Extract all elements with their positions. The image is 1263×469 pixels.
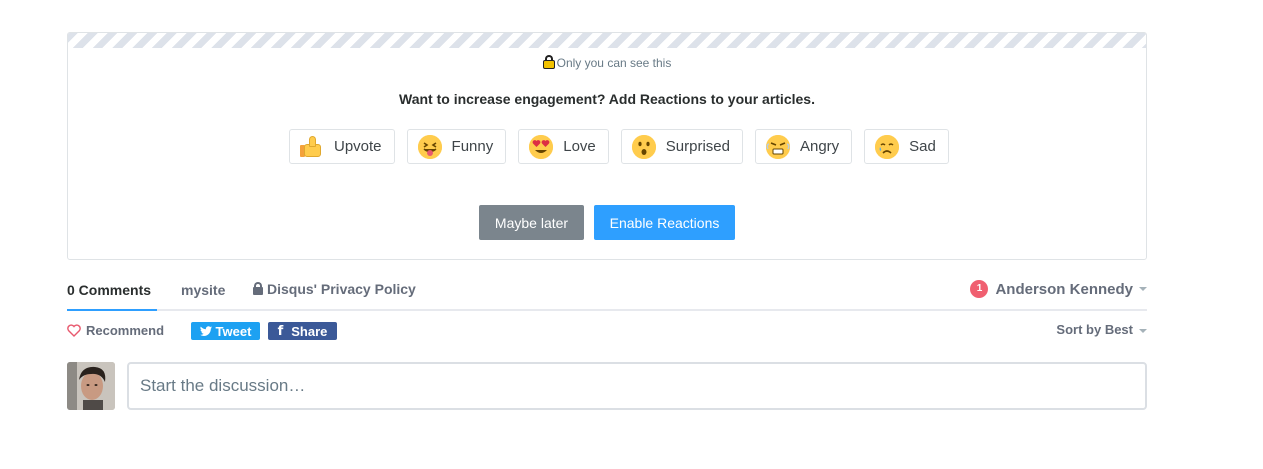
thread-actions: Recommend Tweet f Share Sort by Best [67, 322, 1147, 342]
lock-icon [542, 55, 555, 69]
promo-actions: Maybe later Enable Reactions [479, 205, 735, 240]
padlock-icon [253, 282, 263, 295]
promo-title: Want to increase engagement? Add Reactio… [399, 91, 815, 107]
tongue-face-icon [417, 134, 442, 159]
tab-privacy-policy[interactable]: Disqus' Privacy Policy [253, 281, 416, 297]
reactions-promo-card: Only you can see this Want to increase e… [67, 32, 1147, 260]
private-notice-text: Only you can see this [556, 56, 672, 70]
chevron-down-icon[interactable] [1139, 287, 1147, 291]
reaction-label: Funny [451, 138, 494, 155]
sad-face-icon [875, 134, 900, 159]
heart-icon [67, 324, 81, 337]
facebook-share-button[interactable]: f Share [268, 322, 337, 340]
reaction-list: Upvote Funny Love Surprised Angry Sad [289, 129, 949, 164]
reaction-funny[interactable]: Funny [406, 129, 507, 164]
reaction-angry[interactable]: Angry [754, 129, 853, 164]
facebook-icon: f [277, 323, 284, 339]
recommend-button[interactable]: Recommend [67, 323, 164, 338]
recommend-label: Recommend [86, 323, 165, 338]
privacy-policy-label: Disqus' Privacy Policy [267, 281, 416, 297]
discussion-input[interactable] [127, 362, 1147, 410]
sort-dropdown[interactable]: Sort by Best [1056, 322, 1147, 337]
reaction-upvote[interactable]: Upvote [289, 129, 395, 164]
tab-comments[interactable]: 0 Comments [67, 282, 158, 311]
chevron-down-icon [1139, 328, 1147, 333]
thumbs-up-icon [300, 135, 324, 159]
heart-eyes-icon [529, 134, 554, 159]
reaction-label: Surprised [665, 138, 730, 155]
striped-header [68, 33, 1146, 48]
share-label: Share [291, 323, 328, 339]
maybe-later-button[interactable]: Maybe later [479, 205, 584, 240]
user-menu[interactable]: 1 Anderson Kennedy [970, 280, 1147, 298]
reaction-surprised[interactable]: Surprised [620, 129, 743, 164]
reaction-label: Upvote [334, 138, 382, 155]
reaction-label: Sad [909, 138, 936, 155]
notification-badge[interactable]: 1 [970, 280, 989, 298]
tweet-button[interactable]: Tweet [191, 322, 260, 340]
surprised-face-icon [631, 134, 656, 159]
avatar[interactable] [67, 362, 115, 410]
tweet-label: Tweet [215, 323, 252, 339]
sort-label: Sort by Best [1056, 322, 1133, 337]
user-name[interactable]: Anderson Kennedy [995, 281, 1133, 298]
reaction-love[interactable]: Love [518, 129, 609, 164]
angry-face-icon [765, 134, 790, 159]
reaction-label: Angry [799, 138, 840, 155]
reaction-sad[interactable]: Sad [864, 129, 949, 164]
tab-community[interactable]: mysite [181, 282, 225, 298]
private-notice: Only you can see this [68, 55, 1146, 70]
discussion-nav: 0 Comments mysite Disqus' Privacy Policy… [67, 270, 1147, 311]
enable-reactions-button[interactable]: Enable Reactions [594, 205, 735, 240]
twitter-bird-icon [199, 325, 212, 336]
reaction-label: Love [563, 138, 596, 155]
